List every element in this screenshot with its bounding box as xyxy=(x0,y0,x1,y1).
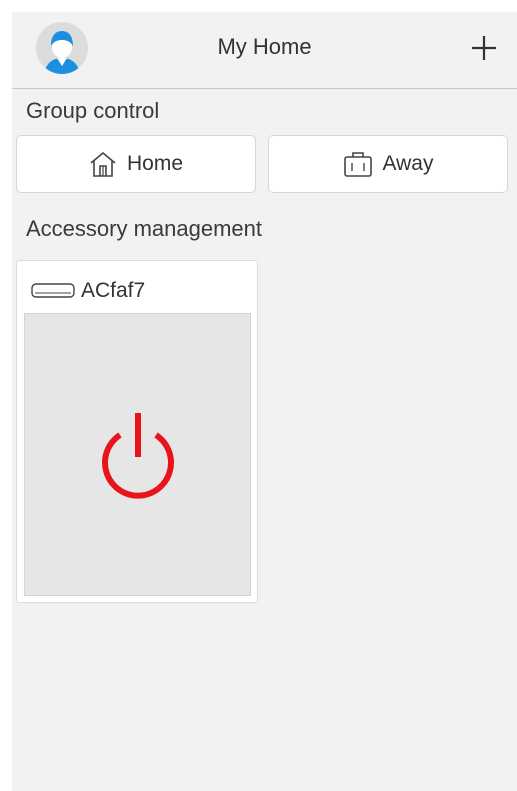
home-mode-button[interactable]: Home xyxy=(16,135,256,193)
air-conditioner-icon xyxy=(31,283,75,298)
home-button-label: Home xyxy=(126,152,184,175)
power-icon xyxy=(102,413,174,499)
suitcase-icon xyxy=(343,152,372,177)
device-card[interactable]: ACfaf7 xyxy=(16,260,258,603)
group-control-title: Group control xyxy=(26,98,160,123)
device-name: ACfaf7 xyxy=(81,279,146,302)
away-mode-button[interactable]: Away xyxy=(268,135,508,193)
top-bar: My Home xyxy=(12,12,517,89)
house-icon xyxy=(90,152,116,177)
plus-icon xyxy=(472,36,496,60)
power-toggle[interactable] xyxy=(24,313,251,596)
accessory-management-title: Accessory management xyxy=(26,216,262,241)
device-card-header: ACfaf7 xyxy=(31,279,145,303)
app-screen: My Home Group control Home Away Accessor… xyxy=(12,12,517,791)
away-button-label: Away xyxy=(382,152,434,175)
add-button[interactable] xyxy=(470,34,498,62)
page-title: My Home xyxy=(217,34,312,59)
